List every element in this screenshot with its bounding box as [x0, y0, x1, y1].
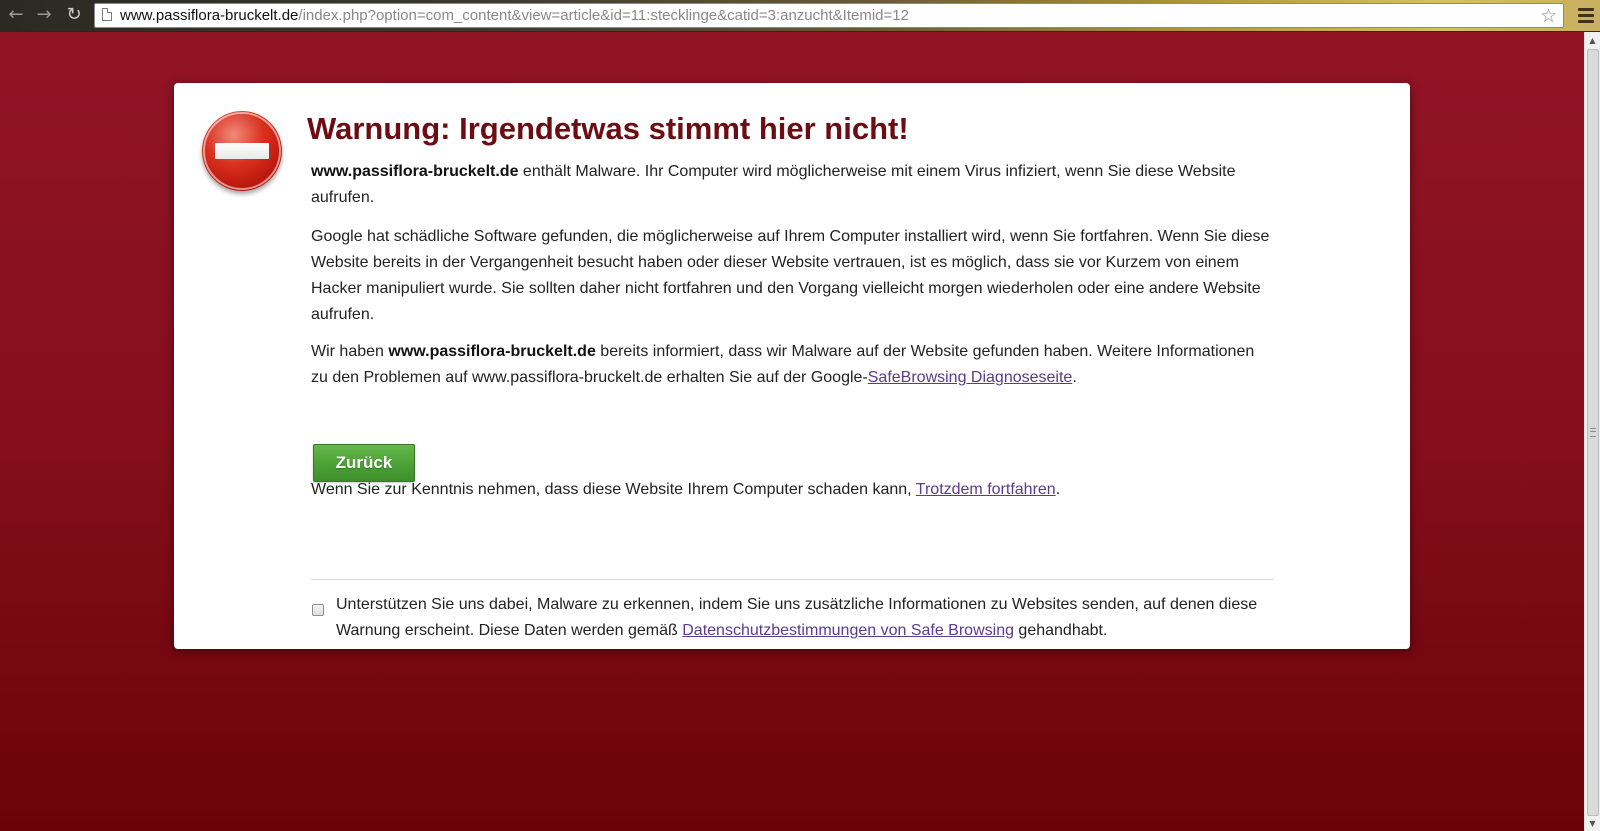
page-icon: [102, 8, 112, 21]
scroll-grip: [1590, 428, 1596, 437]
scroll-down-arrow-icon[interactable]: ▼: [1585, 815, 1600, 831]
site-name: www.passiflora-bruckelt.de: [311, 163, 519, 180]
browser-toolbar: ← → ↻ www.passiflora-bruckelt.de/index.p…: [0, 0, 1600, 32]
report-suffix: gehandhabt.: [1013, 622, 1108, 639]
stop-icon: [202, 111, 282, 191]
forward-arrow-icon[interactable]: →: [32, 4, 56, 26]
interstitial-page: Warnung: Irgendetwas stimmt hier nicht! …: [0, 32, 1584, 831]
divider: [311, 579, 1274, 580]
diagnostics-link[interactable]: SafeBrowsing Diagnoseseite: [868, 369, 1073, 386]
scroll-thumb[interactable]: [1587, 49, 1599, 816]
malware-details: Google hat schädliche Software gefunden,…: [311, 228, 1270, 323]
address-bar[interactable]: www.passiflora-bruckelt.de/index.php?opt…: [94, 3, 1564, 28]
back-arrow-icon[interactable]: ←: [4, 4, 28, 26]
malware-summary: www.passiflora-bruckelt.de enthält Malwa…: [311, 159, 1271, 211]
reload-icon[interactable]: ↻: [62, 4, 86, 26]
info-suffix: .: [1072, 369, 1077, 386]
report-checkbox[interactable]: [312, 604, 324, 616]
bookmark-star-icon[interactable]: ☆: [1540, 5, 1557, 27]
info-prefix: Wir haben: [311, 343, 389, 360]
vertical-scrollbar[interactable]: ▲ ▼: [1584, 32, 1600, 831]
report-label: Unterstützen Sie uns dabei, Malware zu e…: [336, 592, 1276, 644]
proceed-paragraph: Wenn Sie zur Kenntnis nehmen, dass diese…: [311, 477, 1271, 503]
privacy-policy-link[interactable]: Datenschutzbestimmungen von Safe Browsin…: [682, 622, 1014, 639]
menu-icon[interactable]: [1578, 5, 1594, 25]
proceed-anyway-link[interactable]: Trotzdem fortfahren: [916, 481, 1056, 498]
warning-card: Warnung: Irgendetwas stimmt hier nicht! …: [174, 83, 1410, 649]
url-host: www.passiflora-bruckelt.de: [120, 7, 299, 24]
warning-title: Warnung: Irgendetwas stimmt hier nicht!: [307, 111, 909, 146]
site-name: www.passiflora-bruckelt.de: [388, 343, 596, 360]
info-paragraph: Wir haben www.passiflora-bruckelt.de ber…: [311, 339, 1271, 391]
proceed-text: Wenn Sie zur Kenntnis nehmen, dass diese…: [311, 481, 916, 498]
scroll-up-arrow-icon[interactable]: ▲: [1585, 32, 1600, 48]
url-text[interactable]: www.passiflora-bruckelt.de/index.php?opt…: [120, 7, 909, 25]
url-path: /index.php?option=com_content&view=artic…: [298, 7, 909, 24]
proceed-suffix: .: [1055, 481, 1061, 498]
stop-bar: [215, 143, 269, 159]
